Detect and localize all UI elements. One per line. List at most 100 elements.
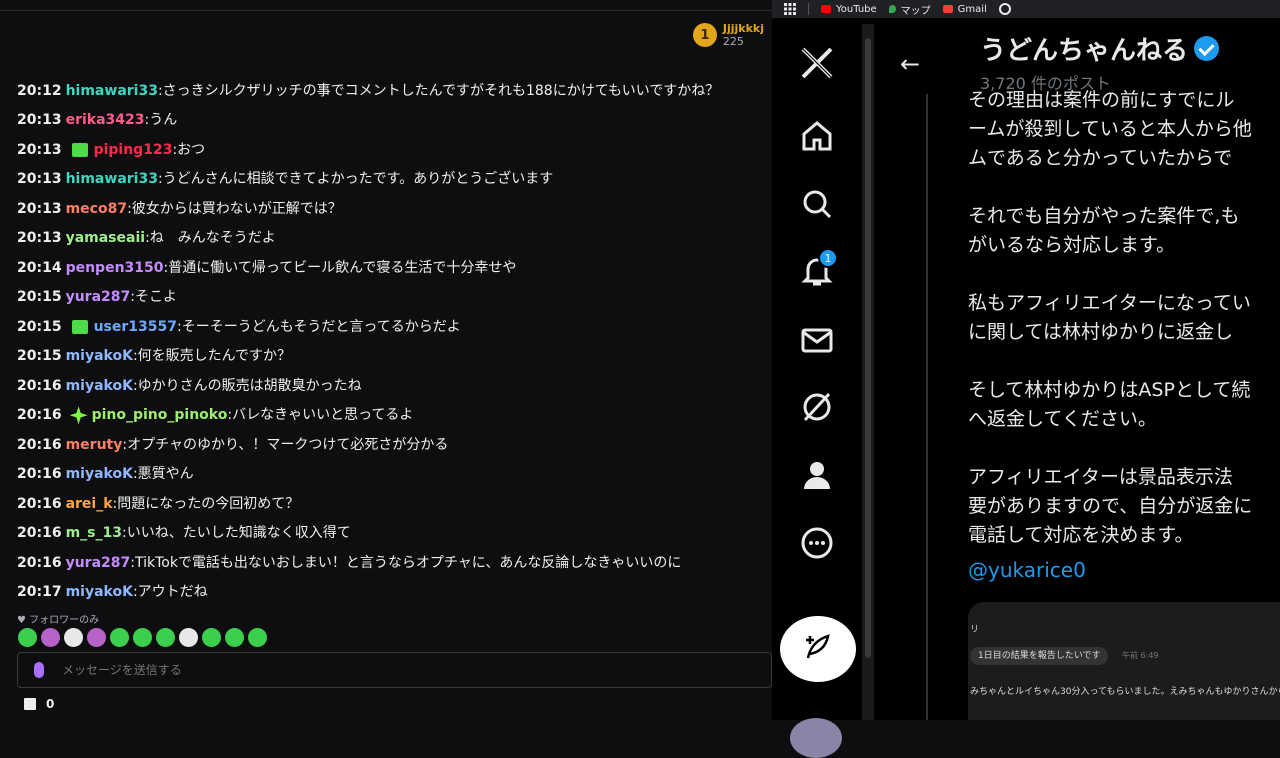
tweet-paragraph: それでも自分がやった案件で,も がいるなら対応します。 <box>968 202 1280 260</box>
emote-icon[interactable] <box>87 628 106 647</box>
chat-text: 彼女からは買わないが正解では？ <box>131 200 342 217</box>
chat-username[interactable]: m_s_13 <box>66 520 122 546</box>
chat-username[interactable]: yura287 <box>66 550 131 576</box>
scrollbar[interactable] <box>862 24 874 720</box>
tweet-line: それでも自分がやった案件で,も <box>968 205 1240 227</box>
chat-timestamp: 20:16 <box>17 436 62 453</box>
chat-username[interactable]: himawari33 <box>66 78 158 104</box>
chat-message: 20:16 m_s_13: いいね、たいした知識なく収入得て <box>17 519 767 549</box>
chat-text: そーそーうどんもそうだと言ってるからだよ <box>181 318 461 335</box>
chat-username[interactable]: miyakoK <box>66 343 133 369</box>
tweet-line: 私もアフィリエイターになってい <box>968 292 1251 314</box>
profile-timeline: ← うどんちゃんねる 3,720 件のポスト その理由は案件の前にすでにル ームが… <box>874 24 1280 720</box>
leaderboard-top[interactable]: 1 Jjjjkkkj 225 <box>692 22 764 48</box>
gmail-icon <box>942 5 953 13</box>
chat-timestamp: 20:12 <box>17 82 62 99</box>
chat-text: バレなきゃいいと思ってるよ <box>232 407 414 424</box>
emote-icon[interactable] <box>225 628 244 647</box>
chat-username[interactable]: meco87 <box>66 196 127 222</box>
profile-icon[interactable] <box>798 456 836 494</box>
tweet-image[interactable]: リ 1日目の結果を報告したいです 午前 6:49 みちゃんとルイちゃん30分入っ… <box>968 602 1280 720</box>
notification-badge: 1 <box>818 248 838 268</box>
more-icon[interactable] <box>798 524 836 562</box>
chat-username[interactable]: user13557 <box>94 314 177 340</box>
emote-icon[interactable] <box>64 628 83 647</box>
chat-username[interactable]: miyakoK <box>66 461 133 487</box>
chat-text: さっきシルクザリッチの事でコメントしたんですがそれも188にかけてもいいですかね… <box>162 82 720 99</box>
chat-text: うどんさんに相談できてよかったです。ありがとうございます <box>162 171 554 188</box>
grok-icon[interactable] <box>798 388 836 426</box>
messages-icon[interactable] <box>798 321 836 359</box>
chat-timestamp: 20:15 <box>17 318 62 335</box>
chat-message: 20:16 miyakoK: ゆかりさんの販売は胡散臭かったね <box>17 371 767 401</box>
chat-text: アウトだね <box>137 584 208 601</box>
chat-username[interactable]: pino_pino_pinoko <box>92 402 228 428</box>
emote-icon[interactable] <box>156 628 175 647</box>
emote-icon[interactable] <box>41 628 60 647</box>
emote-icon[interactable] <box>179 628 198 647</box>
avatar[interactable] <box>790 718 842 758</box>
bookmark-gmail[interactable]: Gmail <box>942 4 987 15</box>
leader-name: Jjjjkkkj <box>722 22 764 35</box>
chat-message: 20:12 himawari33: さっきシルクザリッチの事でコメントしたんですが… <box>17 76 767 106</box>
chat-text: ね みんなそうだよ <box>149 230 276 247</box>
chat-timestamp: 20:13 <box>17 141 62 158</box>
message-input[interactable] <box>62 663 662 677</box>
notifications-icon[interactable]: 1 <box>798 248 838 290</box>
star-badge-icon <box>69 406 88 425</box>
mention-link[interactable]: @yukarice0 <box>968 558 1086 582</box>
bookmark-maps[interactable]: マップ <box>888 2 931 17</box>
chat-text: おつ <box>177 141 206 158</box>
post-button[interactable] <box>780 616 856 682</box>
emote-icon[interactable] <box>18 628 37 647</box>
chat-username[interactable]: penpen3150 <box>66 255 164 281</box>
chat-timestamp: 20:16 <box>17 554 62 571</box>
back-arrow-icon[interactable]: ← <box>900 50 920 78</box>
emote-icon[interactable] <box>248 628 267 647</box>
chat-username[interactable]: yamaseaii <box>66 225 145 251</box>
divider <box>808 3 809 15</box>
home-icon[interactable] <box>798 117 836 155</box>
tweet-line: に関しては林村ゆかりに返金し <box>968 321 1234 343</box>
chat-message: 20:13 erika3423: うん <box>17 106 767 136</box>
emote-icon[interactable] <box>133 628 152 647</box>
bottom-bar: 0 <box>24 697 54 711</box>
profile-name: うどんちゃんねる <box>980 30 1220 67</box>
chat-username[interactable]: piping123 <box>94 137 173 163</box>
chat-username[interactable]: arei_k <box>66 491 113 517</box>
x-logo-icon[interactable] <box>798 44 836 82</box>
apps-icon[interactable] <box>784 3 796 15</box>
youtube-icon <box>821 5 831 13</box>
search-icon[interactable] <box>798 185 836 223</box>
chat-text: 普通に働いて帰ってビール飲んで寝る生活で十分幸せや <box>168 259 517 276</box>
x-sidebar: 1 <box>772 24 862 758</box>
chat-username[interactable]: erika3423 <box>66 107 145 133</box>
bookmark-globe[interactable] <box>998 3 1011 15</box>
tweet-line: アフィリエイターは景品表示法 <box>968 466 1233 488</box>
maps-icon <box>888 5 896 13</box>
chat-username[interactable]: himawari33 <box>66 166 158 192</box>
chat-username[interactable]: meruty <box>66 432 123 458</box>
scrollbar-thumb[interactable] <box>865 38 871 658</box>
emote-icon[interactable] <box>110 628 129 647</box>
chat-message: 20:16 arei_k: 問題になったの今回初めて？ <box>17 489 767 519</box>
store-icon[interactable] <box>24 698 36 710</box>
tweet-paragraph: 私もアフィリエイターになってい に関しては林村ゆかりに返金し <box>968 289 1280 347</box>
tweet-paragraph: その理由は案件の前にすでにル ームが殺到していると本人から他 ムであると分かっていた… <box>968 86 1280 173</box>
message-box[interactable] <box>17 652 772 688</box>
emote-icon[interactable] <box>202 628 221 647</box>
chat-message: 20:17 miyakoK: アウトだね <box>17 578 767 608</box>
chat-username[interactable]: miyakoK <box>66 579 133 605</box>
chat-message: 20:13 himawari33: うどんさんに相談できてよかったです。ありがとう… <box>17 165 767 195</box>
chat-username[interactable]: miyakoK <box>66 373 133 399</box>
tweet-line: ムであると分かっていたからで <box>968 147 1233 169</box>
tweet-paragraph: そして林村ゆかりはASPとして続 へ返金してください。 <box>968 376 1280 434</box>
chat-message: 20:16 pino_pino_pinoko: バレなきゃいいと思ってるよ <box>17 401 767 431</box>
chat-username[interactable]: yura287 <box>66 284 131 310</box>
tweet-paragraph: アフィリエイターは景品表示法 要がありますので、自分が返金に 電話して対応を決めます… <box>968 463 1280 550</box>
chat-text: オプチャのゆかり、！マークつけて必死さが分かる <box>127 436 449 453</box>
mic-icon[interactable] <box>34 662 44 678</box>
rank-medal-icon: 1 <box>692 23 717 47</box>
bookmark-youtube[interactable]: YouTube <box>821 4 877 15</box>
chat-message: 20:14 penpen3150: 普通に働いて帰ってビール飲んで寝る生活で十分幸… <box>17 253 767 283</box>
